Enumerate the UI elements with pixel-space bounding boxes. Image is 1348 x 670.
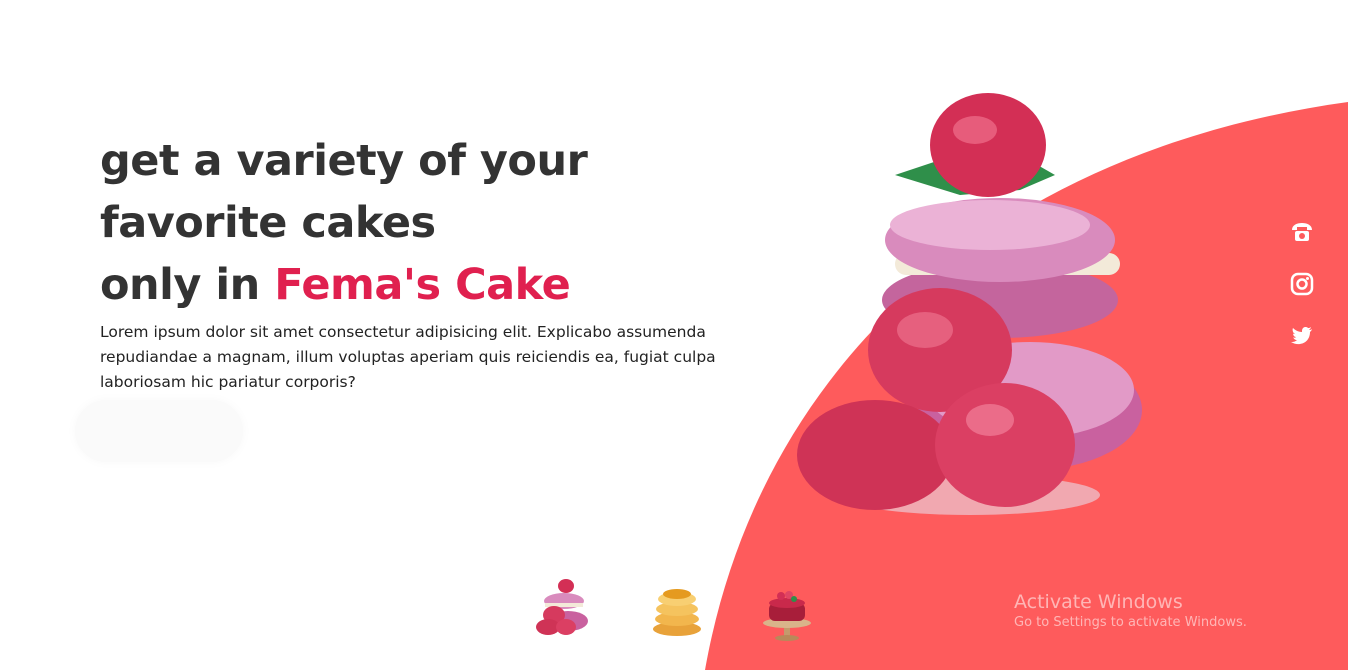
macaron-raspberry-hero-image	[797, 93, 1142, 515]
berry-cake-stand-thumbnail[interactable]	[755, 581, 819, 645]
hero-cta-button[interactable]	[75, 400, 243, 462]
phone-icon[interactable]	[1282, 214, 1322, 250]
brand-name: Fema's Cake	[274, 260, 571, 310]
windows-activation-watermark: Activate Windows Go to Settings to activ…	[1014, 590, 1247, 632]
instagram-icon[interactable]	[1282, 266, 1322, 302]
headline-line-2: favorite cakes	[100, 198, 436, 248]
macaron-raspberry-thumbnail[interactable]	[530, 575, 594, 639]
headline-line-1: get a variety of your	[100, 136, 588, 186]
hero-section: get a variety of your favorite cakes onl…	[100, 130, 740, 395]
watermark-subtitle: Go to Settings to activate Windows.	[1014, 615, 1247, 630]
watermark-title: Activate Windows	[1014, 591, 1183, 613]
headline-line-3: only in Fema's Cake	[100, 254, 740, 316]
hero-headline: get a variety of your favorite cakes onl…	[100, 130, 740, 316]
pancake-stack-thumbnail[interactable]	[645, 579, 709, 643]
hero-description: Lorem ipsum dolor sit amet consectetur a…	[100, 323, 716, 391]
twitter-icon[interactable]	[1282, 318, 1322, 354]
social-links	[1282, 214, 1322, 370]
headline-prefix: only in	[100, 260, 275, 310]
